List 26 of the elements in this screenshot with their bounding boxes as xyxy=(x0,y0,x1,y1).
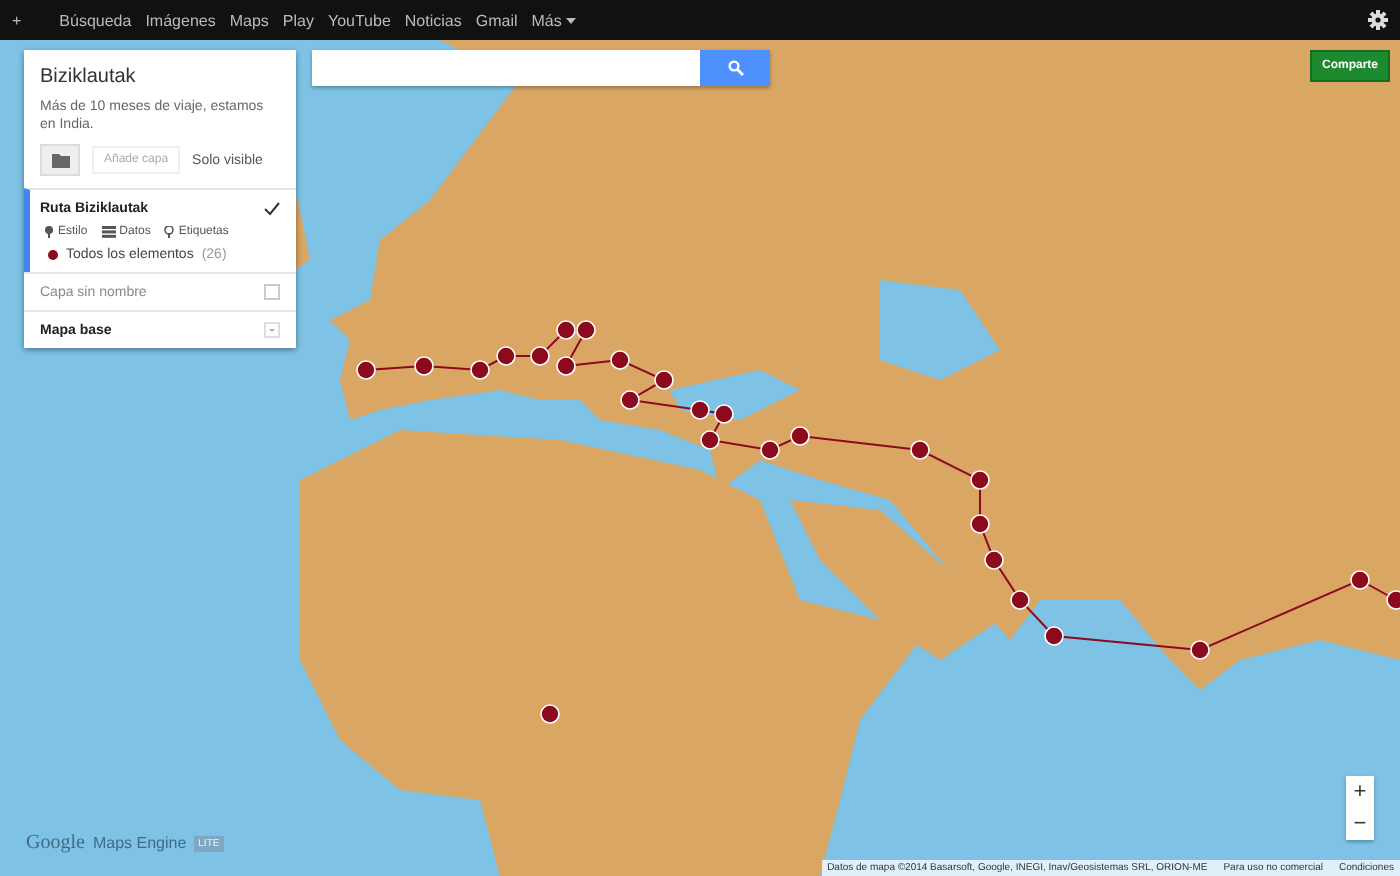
nav-link[interactable]: Búsqueda xyxy=(59,11,132,29)
folder-button[interactable] xyxy=(40,144,80,177)
zoom-in-button[interactable]: + xyxy=(1346,776,1374,808)
search-field[interactable] xyxy=(312,50,700,86)
logo-wordmark: Google xyxy=(26,832,85,854)
nav-link[interactable]: YouTube xyxy=(327,11,391,29)
pin-icon xyxy=(44,226,54,239)
zoom-out-button[interactable]: − xyxy=(1346,808,1374,840)
expand-icon[interactable] xyxy=(264,322,280,339)
nav-link[interactable]: Maps xyxy=(229,11,269,29)
nav-link[interactable]: Noticias xyxy=(404,11,462,29)
nav-link[interactable]: Imágenes xyxy=(145,11,216,29)
layer-checkbox[interactable] xyxy=(264,200,280,217)
plus-link[interactable]: + xyxy=(12,11,22,29)
more-menu[interactable]: Más xyxy=(531,11,576,29)
nav-link[interactable]: Gmail xyxy=(475,11,518,29)
nav-link[interactable]: Play xyxy=(282,11,314,29)
folder-icon xyxy=(51,153,69,168)
search-icon xyxy=(727,60,743,76)
search-button[interactable] xyxy=(700,50,770,86)
caret-icon xyxy=(565,17,576,23)
map-title: Biziklautak xyxy=(40,66,138,88)
settings-icon[interactable] xyxy=(1368,10,1388,30)
grid-icon xyxy=(101,226,116,239)
label-pin-icon xyxy=(164,226,175,239)
product-name: Maps Engine xyxy=(92,834,187,852)
